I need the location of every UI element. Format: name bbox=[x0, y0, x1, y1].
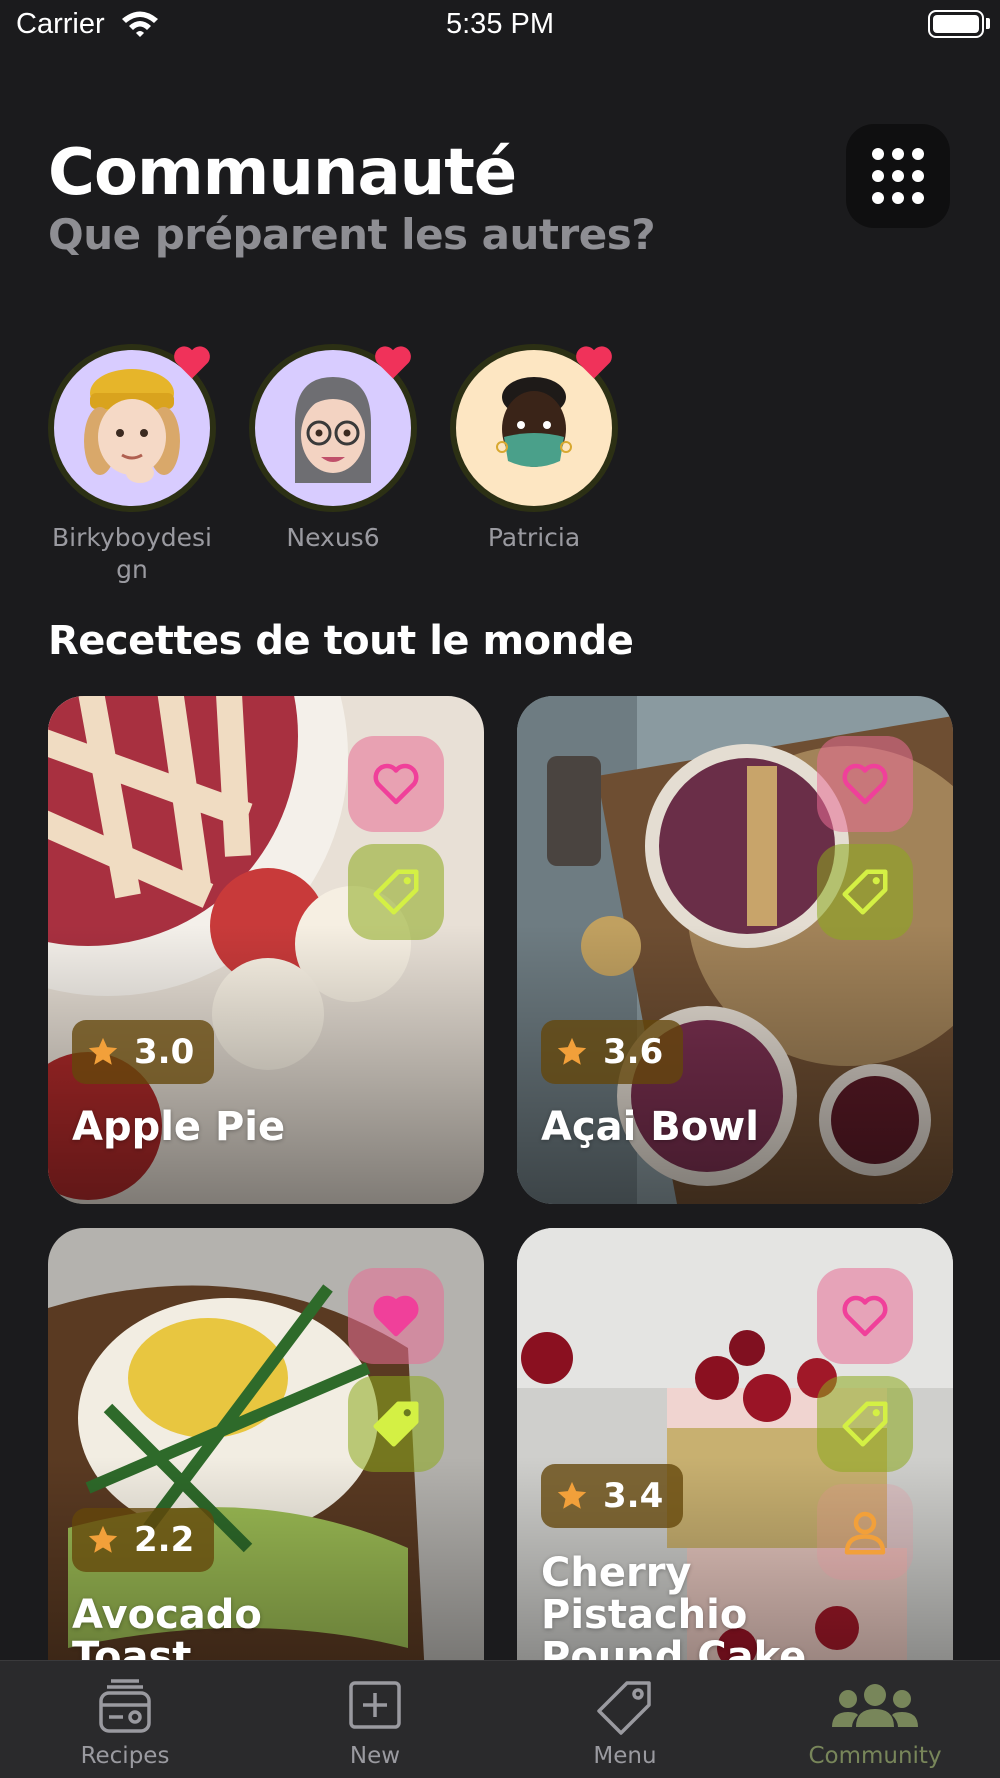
recipes-icon bbox=[99, 1679, 151, 1733]
add-to-menu-button[interactable] bbox=[817, 844, 913, 940]
tab-new[interactable]: New bbox=[250, 1661, 500, 1778]
add-to-menu-button[interactable] bbox=[348, 1376, 444, 1472]
rating-value: 2.2 bbox=[134, 1520, 195, 1560]
recipe-card[interactable]: 2.2 Avocado Toast bbox=[48, 1228, 484, 1660]
recipe-card[interactable]: 3.0 Apple Pie bbox=[48, 696, 484, 1204]
rating-value: 3.0 bbox=[134, 1032, 195, 1072]
star-icon bbox=[557, 1481, 587, 1509]
tab-label: New bbox=[349, 1743, 401, 1769]
menu-tag-icon bbox=[597, 1681, 651, 1735]
heart-filled-icon bbox=[373, 1295, 419, 1337]
favorite-button[interactable] bbox=[817, 736, 913, 832]
heart-outline-icon bbox=[842, 1295, 888, 1337]
tag-outline-icon bbox=[842, 869, 888, 915]
tab-community[interactable]: Community bbox=[750, 1661, 1000, 1778]
new-icon bbox=[349, 1681, 401, 1729]
community-icon bbox=[832, 1684, 918, 1727]
tab-label: Recipes bbox=[80, 1743, 170, 1769]
recipe-title: Açai Bowl bbox=[541, 1104, 759, 1150]
tag-filled-icon bbox=[373, 1401, 419, 1447]
recipe-title: Avocado Toast bbox=[72, 1592, 262, 1660]
star-icon bbox=[557, 1037, 587, 1065]
add-to-menu-button[interactable] bbox=[817, 1376, 913, 1472]
tag-outline-icon bbox=[842, 1401, 888, 1447]
rating-badge: 2.2 bbox=[72, 1508, 215, 1572]
tab-recipes[interactable]: Recipes bbox=[0, 1661, 250, 1778]
recipe-title: Cherry Pistachio Pound Cake bbox=[541, 1550, 807, 1660]
star-icon bbox=[88, 1037, 118, 1065]
rating-badge: 3.0 bbox=[72, 1020, 215, 1084]
tab-bar: Recipes New Menu Community bbox=[0, 1660, 1000, 1778]
tag-outline-icon bbox=[373, 869, 419, 915]
heart-outline-icon bbox=[373, 763, 419, 805]
recipe-grid: 3.0 Apple Pie 3.6 Açai Bowl 2.2 Avocado … bbox=[0, 0, 1000, 1660]
rating-value: 3.4 bbox=[603, 1476, 664, 1516]
tab-label: Menu bbox=[593, 1743, 657, 1769]
recipe-card[interactable]: 3.6 Açai Bowl bbox=[517, 696, 953, 1204]
star-icon bbox=[88, 1525, 118, 1553]
rating-badge: 3.6 bbox=[541, 1020, 684, 1084]
add-to-menu-button[interactable] bbox=[348, 844, 444, 940]
recipe-title: Apple Pie bbox=[72, 1104, 286, 1150]
favorite-button[interactable] bbox=[348, 736, 444, 832]
person-icon bbox=[844, 1511, 886, 1555]
favorite-button[interactable] bbox=[817, 1268, 913, 1364]
rating-value: 3.6 bbox=[603, 1032, 664, 1072]
tab-menu[interactable]: Menu bbox=[500, 1661, 750, 1778]
recipe-card[interactable]: 3.4 Cherry Pistachio Pound Cake bbox=[517, 1228, 953, 1660]
tab-label: Community bbox=[808, 1743, 942, 1769]
rating-badge: 3.4 bbox=[541, 1464, 684, 1528]
favorite-button[interactable] bbox=[348, 1268, 444, 1364]
heart-outline-icon bbox=[842, 763, 888, 805]
